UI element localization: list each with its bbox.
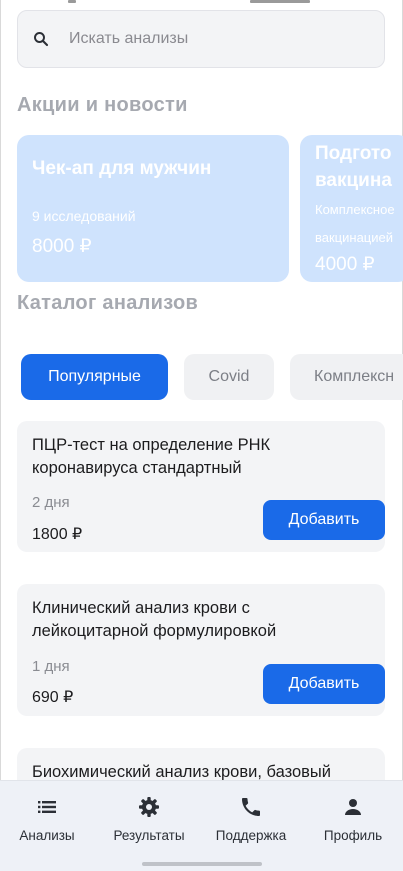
tab-complex[interactable]: Комплексн [290,354,403,400]
nav-item-profile[interactable]: Профиль [303,795,403,843]
nav-label: Поддержка [215,828,287,843]
nav-label: Анализы [19,828,75,843]
list-icon [38,801,56,813]
promo-card-title-line1: Подгото [315,143,392,164]
promo-card-title-line2: вакцина [315,170,392,191]
nav-item-analyses[interactable]: Анализы [0,795,97,843]
bottom-navigation: Анализы Результаты Поддержка Профиль [0,780,403,871]
promo-card-title: Чек-ап для мужчин [32,158,212,179]
tab-covid[interactable]: Covid [184,354,274,400]
catalog-item-blood-count[interactable]: Клинический анализ крови с лейкоцитарной… [17,584,385,716]
nav-item-support[interactable]: Поддержка [201,795,301,843]
catalog-title: Каталог анализов [17,292,199,314]
search-bar[interactable] [17,10,385,68]
search-input[interactable] [67,29,351,49]
promo-card-checkup[interactable]: Чек-ап для мужчин 9 исследований 8000 ₽ [17,135,289,282]
item-price: 690 ₽ [32,689,74,706]
person-icon [345,799,361,815]
item-name: Клинический анализ крови с лейкоцитарной… [32,599,277,640]
item-duration: 1 дня [32,658,70,675]
phone-icon [242,798,260,816]
promo-card-subtitle-line2: вакцинацией [315,230,393,245]
nav-label: Результаты [113,828,185,843]
add-button[interactable]: Добавить [263,500,385,540]
promo-card-subtitle: 9 исследований [32,208,136,224]
nav-label: Профиль [323,828,383,843]
gear-icon [139,797,159,817]
item-duration: 2 дня [32,494,70,511]
home-indicator[interactable] [142,862,262,866]
item-name: ПЦР-тест на определение РНК коронавируса… [32,436,271,477]
tab-popular[interactable]: Популярные [21,354,168,400]
promotions-title: Акции и новости [17,94,188,116]
nav-item-results[interactable]: Результаты [99,795,199,843]
promo-card-price: 8000 ₽ [32,236,92,257]
catalog-item-pcr[interactable]: ПЦР-тест на определение РНК коронавируса… [17,421,385,552]
add-button[interactable]: Добавить [263,664,385,704]
search-icon [34,32,49,47]
item-price: 1800 ₽ [32,526,83,543]
promo-card-subtitle-line1: Комплексное [315,202,395,217]
status-bar-remnant [0,0,403,6]
promo-card-price: 4000 ₽ [315,254,375,275]
promo-card-vaccination[interactable]: Подгото вакцина Комплексное вакцинацией … [300,135,403,282]
screen-edge-left [0,0,1,870]
